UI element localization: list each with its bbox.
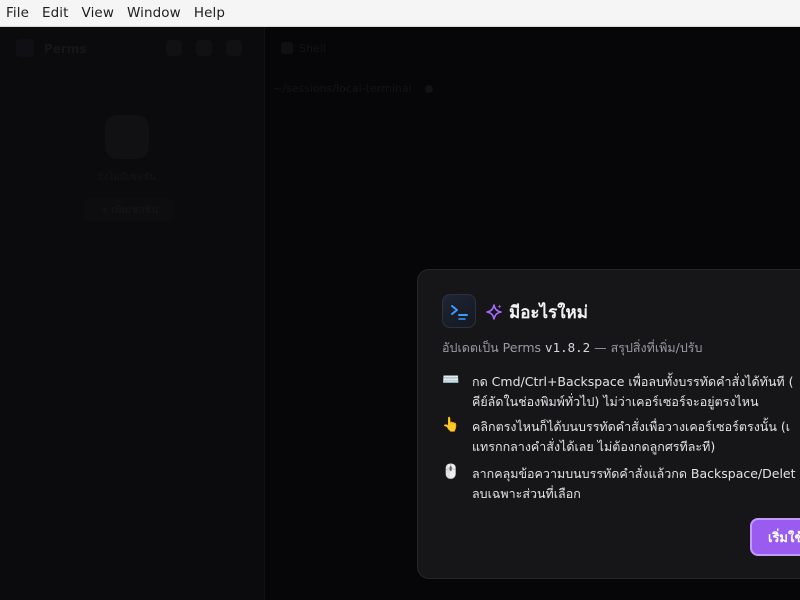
subtitle-suffix: — สรุปสิ่งที่เพิ่ม/ปรับ	[590, 340, 703, 355]
get-started-button[interactable]: เริ่มใช้งาน	[750, 518, 800, 556]
empty-state-icon	[105, 115, 149, 159]
menu-file[interactable]: File	[6, 5, 29, 21]
sparkle-icon	[486, 304, 502, 320]
dialog-subtitle: อัปเดตเป็น Perms v1.8.2 — สรุปสิ่งที่เพิ…	[442, 338, 702, 358]
feature-line: ลากคลุมข้อความบนบรรทัดคำสั่งแล้วกด Backs…	[472, 466, 796, 481]
add-session-button[interactable]: + เพิ่มเซสชัน	[84, 198, 174, 222]
menu-help[interactable]: Help	[194, 5, 225, 21]
dialog-title: มีอะไรใหม่	[509, 303, 588, 323]
pointing-hand-icon: 👆	[442, 417, 460, 433]
sidebar-title: Perms	[44, 42, 87, 56]
feature-line: คีย์ลัดในช่องพิมพ์ทั่วไป) ไม่ว่าเคอร์เซอ…	[472, 393, 759, 409]
sidebar: Perms ยังไม่มีเซสชัน + เพิ่มเซสชัน	[0, 27, 264, 600]
working-directory: ~/sessions/local-terminal	[273, 82, 412, 95]
feature-line: กด Cmd/Ctrl+Backspace เพื่อลบทั้งบรรทัดค…	[472, 374, 794, 389]
feature-line: ลบเฉพาะส่วนที่เลือก	[472, 485, 581, 501]
app-logo-icon	[16, 39, 34, 57]
terminal-tab-icon	[281, 42, 293, 54]
menu-edit[interactable]: Edit	[42, 5, 69, 21]
terminal-app-icon	[442, 294, 476, 328]
keyboard-icon: ⌨️	[442, 372, 460, 388]
subtitle-prefix: อัปเดตเป็น Perms	[442, 340, 546, 355]
filter-icon[interactable]	[166, 40, 182, 56]
feature-text: คลิกตรงไหนก็ได้บนบรรทัดคำสั่งเพื่อวางเคอ…	[472, 417, 800, 456]
feature-line: คลิกตรงไหนก็ได้บนบรรทัดคำสั่งเพื่อวางเคอ…	[472, 419, 791, 434]
feature-text: กด Cmd/Ctrl+Backspace เพื่อลบทั้งบรรทัดค…	[472, 372, 800, 411]
new-session-icon[interactable]	[226, 40, 242, 56]
mouse-icon: 🖱️	[442, 464, 460, 480]
menu-bar: File Edit View Window Help	[0, 0, 800, 27]
status-dot-icon	[425, 85, 433, 93]
menu-window[interactable]: Window	[127, 5, 181, 21]
version-label: v1.8.2	[545, 340, 591, 355]
menu-view[interactable]: View	[82, 5, 114, 21]
whats-new-dialog: มีอะไรใหม่ อัปเดตเป็น Perms v1.8.2 — สรุ…	[417, 269, 800, 579]
tab-shell[interactable]: Shell	[299, 42, 326, 55]
feature-line: แทรกกลางคำสั่งได้เลย ไม่ต้องกดลูกศรทีละท…	[472, 438, 716, 454]
feature-text: ลากคลุมข้อความบนบรรทัดคำสั่งแล้วกด Backs…	[472, 464, 800, 503]
chevron-down-icon[interactable]	[196, 40, 212, 56]
empty-state-text: ยังไม่มีเซสชัน	[97, 172, 157, 183]
